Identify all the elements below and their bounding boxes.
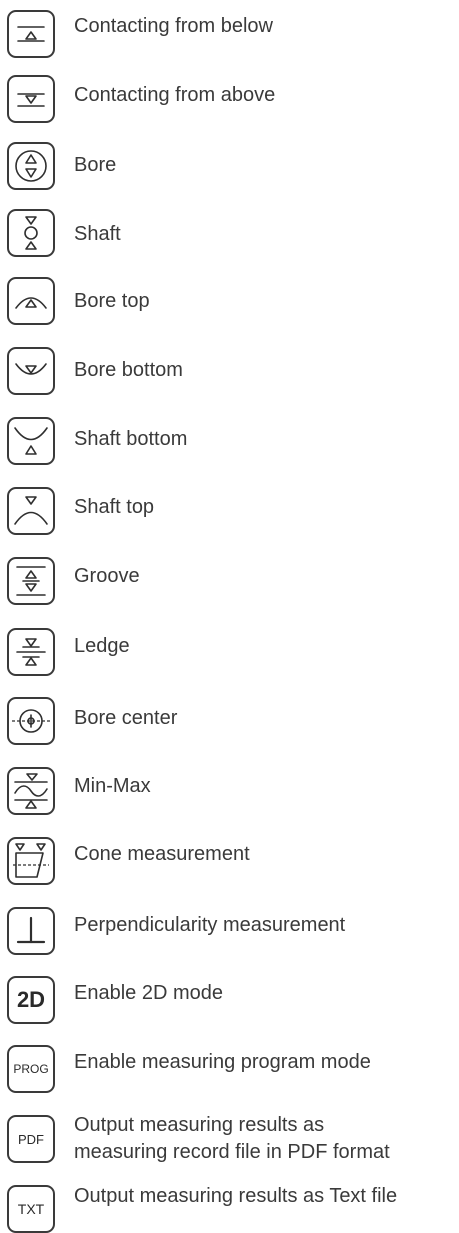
- program-mode-button[interactable]: PROG: [7, 1045, 55, 1093]
- min-max-icon: [14, 773, 48, 809]
- cone-measurement-button[interactable]: [7, 837, 55, 885]
- bore-center-icon: [12, 709, 50, 733]
- program-mode-icon: PROG: [13, 1062, 49, 1076]
- 2d-mode-icon: 2D: [16, 987, 46, 1012]
- item-label: Groove: [74, 565, 140, 587]
- groove-icon: [16, 566, 46, 596]
- item-label: Shaft: [74, 223, 121, 245]
- contact-below-icon: [17, 26, 45, 42]
- item-label: Bore bottom: [74, 359, 183, 381]
- bore-bottom-button[interactable]: [7, 347, 55, 395]
- item-label: Min-Max: [74, 775, 151, 797]
- bore-bottom-icon: [15, 363, 47, 375]
- item-label: Enable 2D mode: [74, 982, 223, 1004]
- item-label: Output measuring results as Text file: [74, 1185, 398, 1207]
- item-label: Bore top: [74, 290, 150, 312]
- contact-above-button[interactable]: [7, 75, 55, 123]
- shaft-bottom-icon: [14, 427, 48, 455]
- 2d-mode-button[interactable]: 2D: [7, 976, 55, 1024]
- item-label: Bore: [74, 154, 117, 176]
- bore-center-button[interactable]: [7, 697, 55, 745]
- bore-top-icon: [15, 297, 47, 309]
- item-label: Contacting from above: [74, 84, 276, 106]
- shaft-top-button[interactable]: [7, 487, 55, 535]
- txt-output-button[interactable]: TXT: [7, 1185, 55, 1233]
- item-label: Output measuring results as: [74, 1114, 325, 1136]
- shaft-bottom-button[interactable]: [7, 417, 55, 465]
- item-label: Contacting from below: [74, 15, 273, 37]
- perpendicularity-button[interactable]: [7, 907, 55, 955]
- item-label: Enable measuring program mode: [74, 1051, 371, 1073]
- cone-measurement-icon: [13, 843, 49, 878]
- item-label: Bore center: [74, 707, 178, 729]
- shaft-icon: [24, 216, 38, 250]
- item-label: Perpendicularity measurement: [74, 914, 346, 936]
- shaft-button[interactable]: [7, 209, 55, 257]
- contact-above-icon: [17, 93, 45, 107]
- item-label: Ledge: [74, 635, 130, 657]
- item-label: Cone measurement: [74, 843, 250, 865]
- min-max-button[interactable]: [7, 767, 55, 815]
- ledge-button[interactable]: [7, 628, 55, 676]
- item-label: Shaft bottom: [74, 428, 188, 450]
- pdf-output-button[interactable]: PDF: [7, 1115, 55, 1163]
- shaft-top-icon: [14, 496, 48, 525]
- ledge-icon: [16, 638, 46, 666]
- bore-top-button[interactable]: [7, 277, 55, 325]
- pdf-output-icon: PDF: [18, 1131, 44, 1147]
- item-label-line2: measuring record file in PDF format: [74, 1141, 390, 1163]
- bore-button[interactable]: [7, 142, 55, 190]
- groove-button[interactable]: [7, 557, 55, 605]
- txt-output-icon: TXT: [17, 1201, 45, 1217]
- item-label: Shaft top: [74, 496, 155, 518]
- contact-below-button[interactable]: [7, 10, 55, 58]
- bore-icon: [15, 150, 47, 182]
- perpendicularity-icon: [16, 916, 46, 944]
